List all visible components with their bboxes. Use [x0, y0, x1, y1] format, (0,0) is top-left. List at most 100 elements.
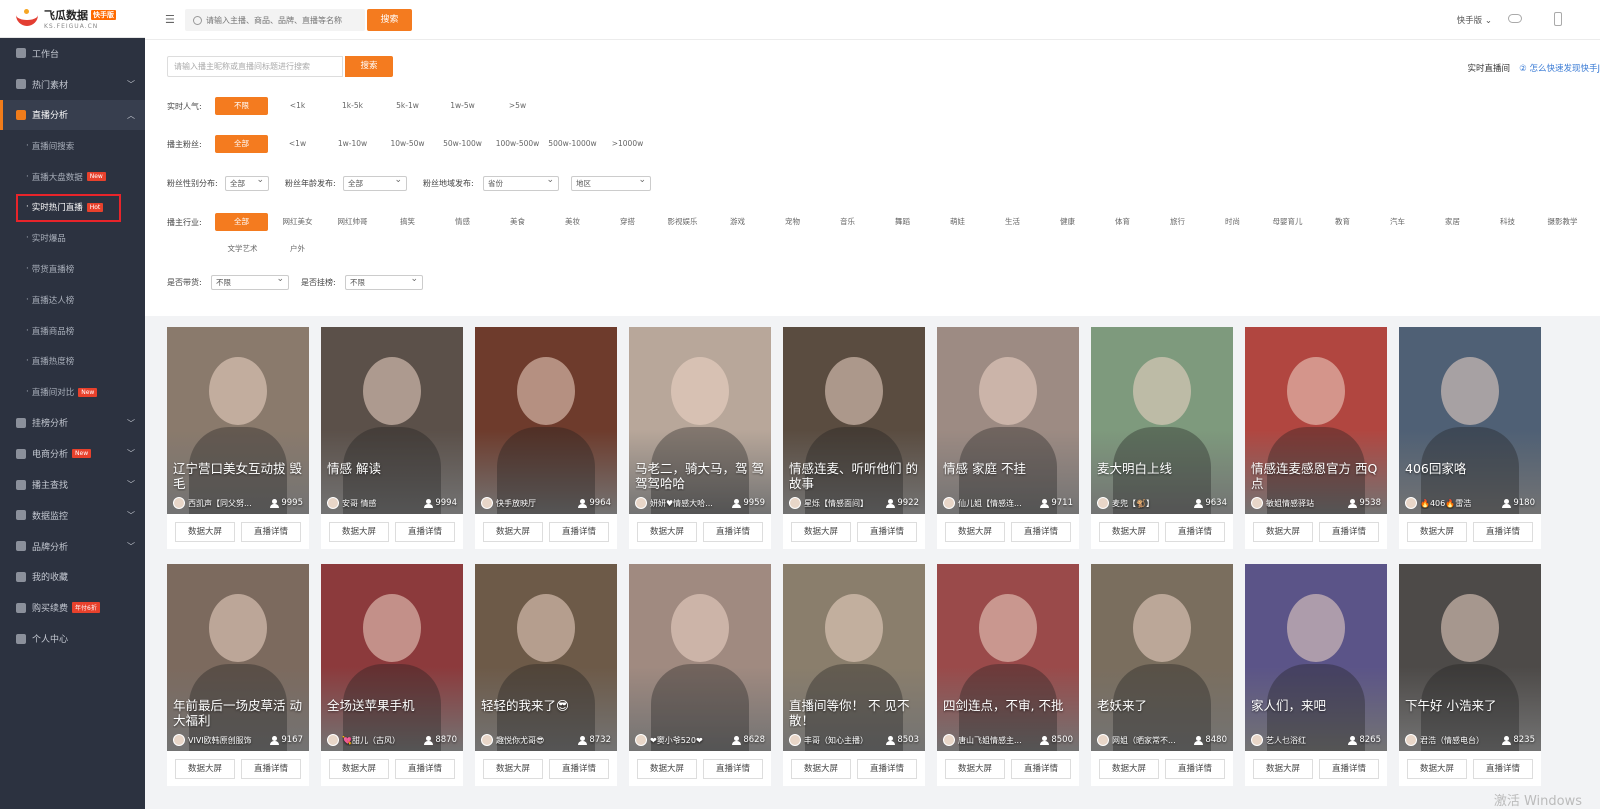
filter-option[interactable]: 1w-5w — [435, 97, 490, 115]
filter-option[interactable]: <1k — [270, 97, 325, 115]
filter-option[interactable]: 网红帅哥 — [325, 213, 380, 231]
filter-option[interactable]: 美妆 — [545, 213, 600, 231]
live-thumbnail[interactable]: 情感连麦感恩官方 西Q点 敏姐情感驿站 9538 — [1245, 327, 1387, 514]
sidebar-item[interactable]: 购买续费 年付6折 — [0, 592, 145, 623]
data-screen-button[interactable]: 数据大屏 — [483, 522, 543, 542]
live-detail-button[interactable]: 直播详情 — [1473, 759, 1533, 779]
data-screen-button[interactable]: 数据大屏 — [945, 759, 1005, 779]
sidebar-item[interactable]: 品牌分析 ﹀ — [0, 531, 145, 562]
live-thumbnail[interactable]: 直播间等你！ 不 见不散！ 丰哥（知心主播） 8503 — [783, 564, 925, 751]
sidebar-subitem[interactable]: · 带货直播榜 — [0, 254, 145, 285]
sidebar-item[interactable]: 热门素材 ﹀ — [0, 69, 145, 100]
data-screen-button[interactable]: 数据大屏 — [791, 522, 851, 542]
filter-option[interactable]: 网红美女 — [270, 213, 325, 231]
live-thumbnail[interactable]: 老妖来了 网姐（晒家常不... 8480 — [1091, 564, 1233, 751]
live-thumbnail[interactable]: 下午好 小浩来了 君浩（情感电台） 8235 — [1399, 564, 1541, 751]
filter-option[interactable]: 全部 — [215, 135, 268, 153]
filter-option[interactable]: 1k-5k — [325, 97, 380, 115]
filter-option[interactable]: 1w-10w — [325, 135, 380, 153]
chevron-down-icon[interactable]: ﹀ — [127, 479, 135, 490]
live-thumbnail[interactable]: 快手放映厅 9964 — [475, 327, 617, 514]
sidebar-subitem[interactable]: · 直播达人榜 — [0, 284, 145, 315]
region-select[interactable]: 地区 — [571, 174, 651, 191]
live-thumbnail[interactable]: 406回家咯 🔥406🔥雷浩 9180 — [1399, 327, 1541, 514]
live-thumbnail[interactable]: 全场送苹果手机 💘甜儿（古风） 8870 — [321, 564, 463, 751]
live-thumbnail[interactable]: 马老二，骑大马，驾 驾驾驾哈哈 妍妍♥情感大哈... 9959 — [629, 327, 771, 514]
chevron-down-icon[interactable]: ﹀ — [127, 79, 135, 90]
live-detail-button[interactable]: 直播详情 — [857, 759, 917, 779]
filter-option[interactable]: >1000w — [600, 135, 655, 153]
filter-option[interactable]: 宠物 — [765, 213, 820, 231]
chevron-down-icon[interactable]: ﹀ — [127, 541, 135, 552]
filter-option[interactable]: 母婴育儿 — [1260, 213, 1315, 231]
data-screen-button[interactable]: 数据大屏 — [483, 759, 543, 779]
mobile-icon[interactable] — [1554, 12, 1562, 26]
live-search-button[interactable]: 搜索 — [345, 56, 393, 77]
filter-option[interactable]: 旅行 — [1150, 213, 1205, 231]
filter-option[interactable]: 影视娱乐 — [655, 213, 710, 231]
menu-toggle-icon[interactable]: ☰ — [165, 13, 175, 26]
sidebar-item[interactable]: 我的收藏 — [0, 562, 145, 593]
live-detail-button[interactable]: 直播详情 — [395, 759, 455, 779]
live-detail-button[interactable]: 直播详情 — [1165, 522, 1225, 542]
live-detail-button[interactable]: 直播详情 — [1165, 759, 1225, 779]
live-detail-button[interactable]: 直播详情 — [703, 522, 763, 542]
filter-option[interactable]: 时尚 — [1205, 213, 1260, 231]
live-detail-button[interactable]: 直播详情 — [1011, 522, 1071, 542]
live-detail-button[interactable]: 直播详情 — [395, 522, 455, 542]
chevron-down-icon[interactable]: ﹀ — [127, 510, 135, 521]
logo[interactable]: 飞瓜数据 快手版 KS.FEIGUA.CN — [0, 0, 145, 38]
filter-option[interactable]: 教育 — [1315, 213, 1370, 231]
filter-option[interactable]: 家居 — [1425, 213, 1480, 231]
sidebar-item[interactable]: 播主查找 ﹀ — [0, 469, 145, 500]
live-detail-button[interactable]: 直播详情 — [1011, 759, 1071, 779]
sidebar-item[interactable]: 挂榜分析 ﹀ — [0, 408, 145, 439]
live-thumbnail[interactable]: 轻轻的我来了😎 趣悦你尤哥😎 8732 — [475, 564, 617, 751]
sidebar-item[interactable]: 个人中心 — [0, 623, 145, 654]
sidebar-subitem[interactable]: · 直播间搜索 — [0, 130, 145, 161]
filter-option[interactable]: 10w-50w — [380, 135, 435, 153]
cloud-icon[interactable] — [1508, 14, 1522, 23]
live-detail-button[interactable]: 直播详情 — [241, 522, 301, 542]
data-screen-button[interactable]: 数据大屏 — [175, 522, 235, 542]
province-select[interactable]: 省份 — [483, 174, 559, 191]
live-search-input[interactable]: 请输入播主昵称或直播间标题进行搜索 — [167, 56, 343, 77]
live-detail-button[interactable]: 直播详情 — [549, 759, 609, 779]
platform-select[interactable]: 快手版 ⌄ — [1457, 14, 1492, 26]
live-thumbnail[interactable]: 麦大明白上线 麦兜【🐒】 9634 — [1091, 327, 1233, 514]
live-detail-button[interactable]: 直播详情 — [703, 759, 763, 779]
sidebar-item[interactable]: 工作台 — [0, 38, 145, 69]
live-thumbnail[interactable]: 情感连麦、听听他们 的故事 星烁【情感面间】 9922 — [783, 327, 925, 514]
filter-option[interactable]: 5k-1w — [380, 97, 435, 115]
sidebar-subitem[interactable]: · 实时爆品 — [0, 223, 145, 254]
filter-option[interactable]: 游戏 — [710, 213, 765, 231]
filter-option[interactable]: <1w — [270, 135, 325, 153]
sidebar-item[interactable]: 数据监控 ﹀ — [0, 500, 145, 531]
live-thumbnail[interactable]: 四剑连点，不审, 不批 唐山飞姐情感主... 8500 — [937, 564, 1079, 751]
sidebar-subitem[interactable]: · 直播间对比 New — [0, 377, 145, 408]
live-thumbnail[interactable]: 家人们，来吧 艺人乜浴红 8265 — [1245, 564, 1387, 751]
filter-option[interactable]: 健康 — [1040, 213, 1095, 231]
filter-option[interactable]: 穿搭 — [600, 213, 655, 231]
filter-option[interactable]: 萌娃 — [930, 213, 985, 231]
filter-option[interactable]: 500w-1000w — [545, 135, 600, 153]
filter-option[interactable]: 50w-100w — [435, 135, 490, 153]
filter-option[interactable]: 科技 — [1480, 213, 1535, 231]
filter-option[interactable]: 汽车 — [1370, 213, 1425, 231]
filter-option[interactable]: 全部 — [215, 213, 268, 231]
data-screen-button[interactable]: 数据大屏 — [637, 522, 697, 542]
live-thumbnail[interactable]: 辽宁营口美女互动拔 毁毛 西凯声【同父努... 9995 — [167, 327, 309, 514]
chevron-down-icon[interactable]: ﹀ — [127, 448, 135, 459]
data-screen-button[interactable]: 数据大屏 — [1253, 522, 1313, 542]
data-screen-button[interactable]: 数据大屏 — [1099, 759, 1159, 779]
filter-option[interactable]: 搞笑 — [380, 213, 435, 231]
filter-option[interactable]: 文学艺术 — [215, 240, 270, 258]
help-link[interactable]: ② 怎么快速发现快手J — [1519, 62, 1600, 74]
data-screen-button[interactable]: 数据大屏 — [1407, 759, 1467, 779]
sidebar-subitem[interactable]: · 直播商品榜 — [0, 315, 145, 346]
sidebar-item[interactable]: 电商分析 New ﹀ — [0, 438, 145, 469]
live-detail-button[interactable]: 直播详情 — [241, 759, 301, 779]
data-screen-button[interactable]: 数据大屏 — [791, 759, 851, 779]
live-detail-button[interactable]: 直播详情 — [1319, 759, 1379, 779]
live-thumbnail[interactable]: ❤窦小爷520❤ 8628 — [629, 564, 771, 751]
